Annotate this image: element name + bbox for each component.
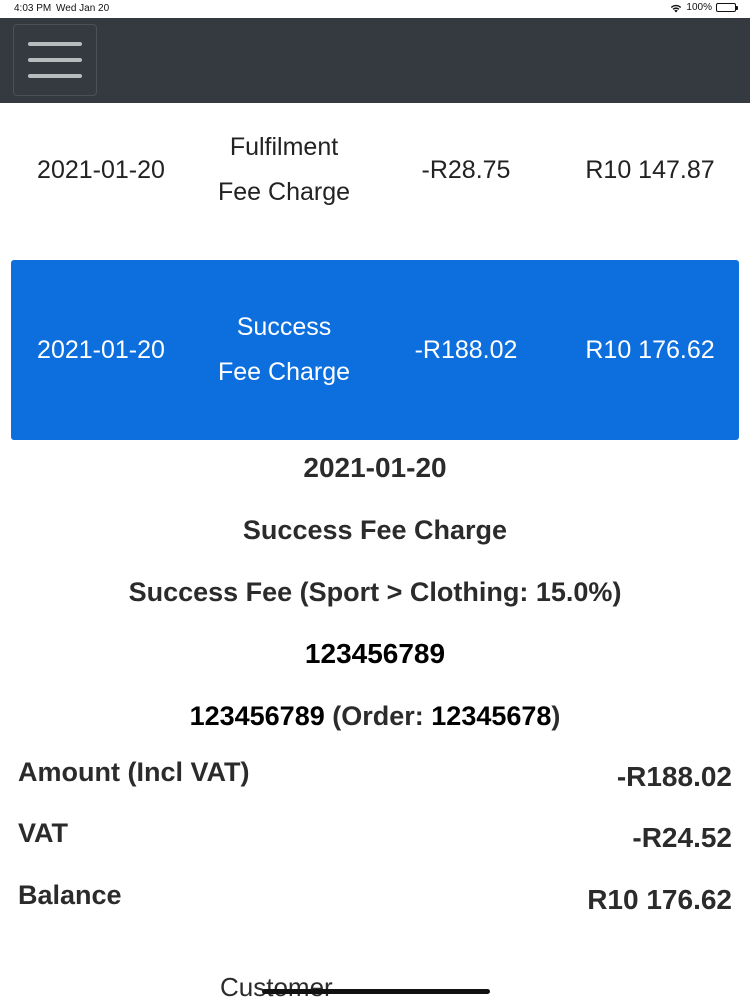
transaction-amount: -R28.75: [421, 155, 511, 184]
status-bar: 4:03 PM Wed Jan 20 100%: [0, 0, 750, 18]
transaction-balance: R10 147.87: [585, 155, 715, 184]
hamburger-menu-icon: [28, 42, 82, 46]
battery-percent: 100%: [686, 2, 712, 13]
balance-value: R10 176.62: [587, 884, 732, 915]
status-right: 100%: [670, 2, 738, 13]
transaction-type: Fulfilment Fee Charge: [195, 125, 373, 215]
status-date: Wed Jan 20: [56, 3, 110, 14]
customer-label: Customer: [220, 972, 333, 1000]
detail-description: Success Fee (Sport > Clothing: 15.0%): [128, 577, 622, 607]
vat-row: VAT -R24.52: [18, 818, 732, 858]
vat-label: VAT: [18, 818, 68, 848]
menu-toggle-button[interactable]: [13, 24, 97, 96]
detail-order-suffix: ): [551, 701, 561, 731]
detail-date: 2021-01-20: [303, 452, 447, 483]
transaction-amount: -R188.02: [414, 335, 518, 364]
home-indicator[interactable]: [262, 989, 490, 994]
hamburger-menu-icon-bar: [28, 58, 82, 62]
transaction-type-line1: Success: [236, 313, 332, 341]
top-navbar: [0, 18, 750, 103]
transaction-type-line1: Fulfilment: [229, 133, 339, 161]
transaction-row[interactable]: 2021-01-20 Fulfilment Fee Charge -R28.75…: [0, 124, 750, 216]
balance-row: Balance R10 176.62: [18, 880, 732, 920]
status-time: 4:03 PM: [14, 3, 52, 14]
transaction-type: Success Fee Charge: [195, 305, 373, 395]
hamburger-menu-icon-bar: [28, 74, 82, 78]
balance-label: Balance: [18, 880, 122, 910]
transaction-row-selected[interactable]: 2021-01-20 Success Fee Charge -R188.02 R…: [11, 260, 739, 440]
transaction-date: 2021-01-20: [37, 335, 165, 364]
detail-order-label: (Order:: [332, 701, 424, 731]
transaction-type-line2: Fee Charge: [217, 178, 351, 206]
detail-order-number: 12345678: [431, 701, 552, 731]
detail-order-line: 123456789 (Order: 12345678): [0, 701, 750, 732]
detail-type: Success Fee Charge: [242, 515, 508, 545]
transaction-balance: R10 176.62: [585, 335, 715, 364]
detail-order-reference: 123456789: [189, 701, 325, 731]
detail-reference: 123456789: [304, 638, 446, 669]
battery-icon: [716, 3, 738, 12]
vat-value: -R24.52: [632, 822, 732, 853]
wifi-icon: [670, 3, 682, 13]
transaction-date: 2021-01-20: [37, 155, 165, 184]
amount-row: Amount (Incl VAT) -R188.02: [18, 757, 732, 797]
transaction-type-line2: Fee Charge: [217, 358, 351, 386]
amount-label: Amount (Incl VAT): [18, 757, 250, 787]
amount-value: -R188.02: [616, 761, 732, 792]
